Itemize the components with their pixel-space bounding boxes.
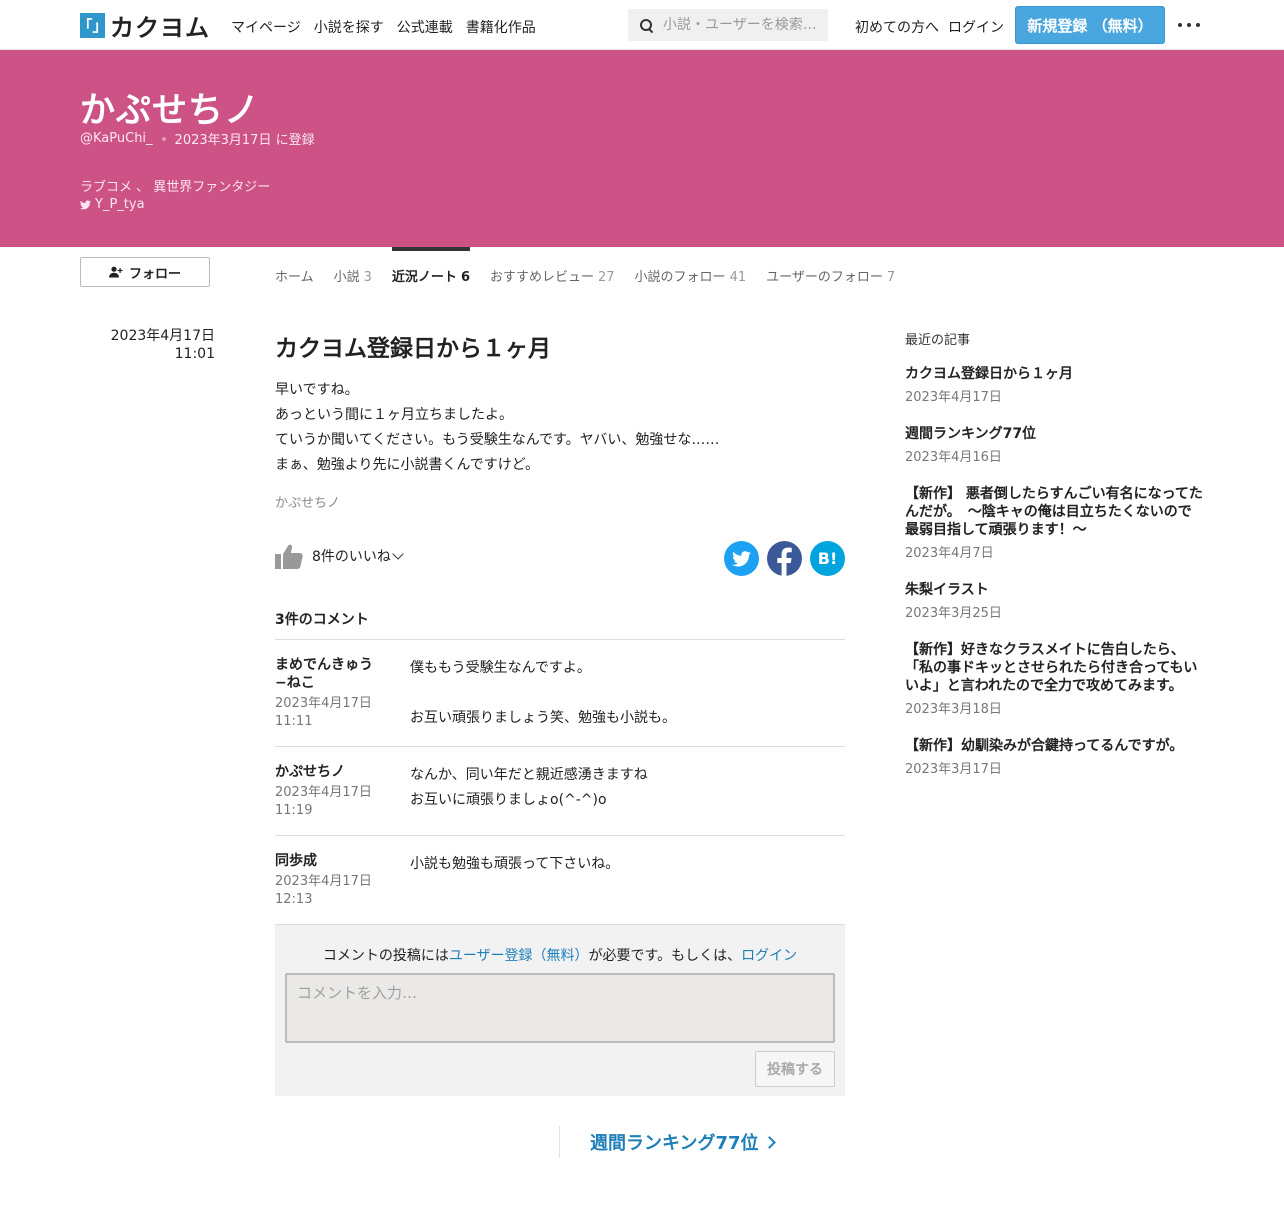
thumbs-up-icon [275, 544, 303, 569]
profile-twitter-link[interactable]: Y_P_tya [80, 197, 145, 212]
post-body-line: まぁ、勉強より先に小説書くんですけど。 [275, 457, 540, 473]
login-link[interactable]: ログイン [741, 948, 797, 964]
recent-post-date: 2023年3月18日 [905, 702, 1002, 717]
register-button[interactable]: 新規登録 （無料） [1015, 6, 1165, 44]
chevron-down-icon [392, 548, 404, 560]
comment-login-note: コメントの投稿にはユーザー登録（無料）が必要です。もしくは、ログイン [322, 948, 798, 964]
logo-mark-icon: 「」 [78, 12, 108, 38]
recent-post-item[interactable]: 週間ランキング77位 2023年4月16日 [905, 425, 1205, 465]
recent-posts-heading: 最近の記事 [905, 333, 971, 348]
comment-form: コメントの投稿にはユーザー登録（無料）が必要です。もしくは、ログイン 投稿する [275, 924, 845, 1096]
nav-mypage[interactable]: マイページ [231, 17, 301, 37]
comment-submit-button[interactable]: 投稿する [755, 1051, 835, 1087]
recent-post-title[interactable]: 【新作】好きなクラスメイトに告白したら、「私の事ドキッとさせられたら付き合っても… [905, 641, 1205, 695]
main-nav: マイページ 小説を探す 公式連載 書籍化作品 [231, 17, 536, 37]
post-date: 2023年4月17日 [110, 328, 215, 344]
profile-meta: @KaPuChi_ 2023年3月17日 に登録 [80, 129, 315, 148]
share-twitter-button[interactable] [724, 541, 759, 576]
add-user-icon [108, 266, 123, 278]
twitter-icon [80, 199, 91, 209]
comment-timestamp: 2023年4月17日 11:11 [275, 696, 372, 729]
post-time: 11:01 [174, 346, 215, 362]
like-button[interactable]: 8件のいいね [275, 543, 404, 569]
recent-post-title[interactable]: 【新作】 悪者倒したらすんごい有名になってたんだが。 ～陰キャの俺は目立ちたくな… [905, 485, 1205, 539]
register-link[interactable]: ユーザー登録（無料） [449, 948, 589, 964]
recent-post-title[interactable]: カクヨム登録日から１ヶ月 [905, 365, 1205, 383]
comment-text: 僕ももう受験生なんですよ。 お互い頑張りましょう笑、勉強も小説も。 [410, 660, 676, 726]
tab-reviews[interactable]: おすすめレビュー 27 [490, 247, 615, 297]
comments-heading: 3件のコメント [275, 612, 369, 628]
first-time-link[interactable]: 初めての方へ [855, 17, 939, 37]
comment-timestamp: 2023年4月17日 12:13 [275, 874, 372, 907]
comment-text: なんか、同い年だと親近感湧きますね お互いに頑張りましょo(^-^)o [410, 767, 648, 808]
recent-post-item[interactable]: 【新作】幼馴染みが合鍵持ってるんですが。 2023年3月17日 [905, 737, 1205, 777]
nav-published-works[interactable]: 書籍化作品 [466, 17, 536, 37]
share-hatena-button[interactable]: B! [810, 541, 845, 576]
twitter-icon [732, 550, 751, 567]
post-body-line: 早いですね。 [275, 382, 359, 398]
profile-registered: 2023年3月17日 に登録 [174, 133, 315, 148]
next-post-title: 週間ランキング77位 [590, 1133, 759, 1154]
recent-post-date: 2023年4月17日 [905, 390, 1002, 405]
tab-novel-follows[interactable]: 小説のフォロー 41 [635, 247, 747, 297]
tab-news-notes[interactable]: 近況ノート 6 [391, 247, 471, 297]
post-body-line: ていうか聞いてください。もう受験生なんです。ヤバい、勉強せな…… [275, 432, 720, 448]
post-author-signature: かぷせちノ [275, 496, 341, 511]
site-header: 「」 カクヨム マイページ 小説を探す 公式連載 書籍化作品 初めての方へ ログ… [0, 0, 1284, 50]
share-facebook-button[interactable] [767, 541, 802, 576]
nav-find-novels[interactable]: 小説を探す [314, 17, 384, 37]
comment-timestamp: 2023年4月17日 11:19 [275, 785, 372, 818]
tab-user-follows[interactable]: ユーザーのフォロー 7 [766, 247, 895, 297]
profile-genres: ラブコメ 、 異世界ファンタジー [80, 180, 271, 195]
profile-twitter-handle: Y_P_tya [95, 197, 145, 212]
follow-button[interactable]: フォロー [80, 257, 210, 287]
comment-text: 小説も勉強も頑張って下さいね。 [410, 856, 620, 872]
logo-text: カクヨム [110, 13, 210, 42]
comment-user[interactable]: まめでんきゅう−ねこ [275, 656, 375, 692]
chevron-right-icon [762, 1135, 776, 1149]
like-count: 8件のいいね [312, 549, 391, 565]
comment-item: かぷせちノ 2023年4月17日 11:19 なんか、同い年だと親近感湧きますね… [275, 746, 845, 836]
comment-user[interactable]: 同歩成 [275, 852, 375, 870]
search-icon[interactable] [640, 18, 653, 32]
recent-post-date: 2023年3月25日 [905, 606, 1002, 621]
profile-tabs: ホーム 小説 3 近況ノート 6 おすすめレビュー 27 小説のフォロー 41 ユーザー… [275, 247, 915, 297]
recent-post-item[interactable]: カクヨム登録日から１ヶ月 2023年4月17日 [905, 365, 1205, 405]
recent-post-title[interactable]: 朱梨イラスト [905, 581, 1205, 599]
comment-user[interactable]: かぷせちノ [275, 763, 375, 781]
post-body: 早いですね。 あっという間に１ヶ月立ちましたよ。 ていうか聞いてください。もう受… [275, 378, 719, 478]
tab-novels[interactable]: 小説 3 [334, 247, 372, 297]
facebook-icon [777, 547, 792, 576]
login-link[interactable]: ログイン [948, 17, 1004, 37]
profile-banner: かぷせちノ @KaPuChi_ 2023年3月17日 に登録 ラブコメ 、 異世… [0, 50, 1284, 247]
recent-post-item[interactable]: 朱梨イラスト 2023年3月25日 [905, 581, 1205, 621]
post-title: カクヨム登録日から１ヶ月 [275, 336, 551, 362]
comment-input[interactable] [285, 973, 835, 1043]
hatena-bookmark-icon: B! [817, 549, 838, 568]
recent-post-item[interactable]: 【新作】 悪者倒したらすんごい有名になってたんだが。 ～陰キャの俺は目立ちたくな… [905, 485, 1205, 561]
comment-item: 同歩成 2023年4月17日 12:13 小説も勉強も頑張って下さいね。 [275, 835, 845, 925]
profile-handle: @KaPuChi_ [80, 131, 153, 146]
pagination-divider [559, 1126, 560, 1158]
next-post-link[interactable]: 週間ランキング77位 [590, 1129, 776, 1155]
post-datetime: 2023年4月17日 11:01 [80, 327, 215, 363]
separator-dot [161, 136, 166, 141]
recent-post-title[interactable]: 週間ランキング77位 [905, 425, 1205, 443]
recent-post-title[interactable]: 【新作】幼馴染みが合鍵持ってるんですが。 [905, 737, 1205, 755]
more-menu-icon[interactable] [1178, 17, 1200, 33]
profile-name: かぷせちノ [80, 91, 261, 131]
recent-post-item[interactable]: 【新作】好きなクラスメイトに告白したら、「私の事ドキッとさせられたら付き合っても… [905, 641, 1205, 717]
recent-post-date: 2023年4月16日 [905, 450, 1002, 465]
tab-home[interactable]: ホーム [275, 247, 314, 297]
follow-label: フォロー [128, 266, 181, 282]
site-logo[interactable]: 「」 カクヨム [78, 12, 210, 42]
nav-official-series[interactable]: 公式連載 [397, 17, 453, 37]
search-input[interactable] [663, 17, 823, 33]
search-box [628, 9, 828, 41]
post-body-line: あっという間に１ヶ月立ちましたよ。 [275, 407, 513, 423]
recent-post-date: 2023年4月7日 [905, 546, 994, 561]
recent-post-date: 2023年3月17日 [905, 762, 1002, 777]
comment-item: まめでんきゅう−ねこ 2023年4月17日 11:11 僕ももう受験生なんですよ… [275, 639, 845, 747]
